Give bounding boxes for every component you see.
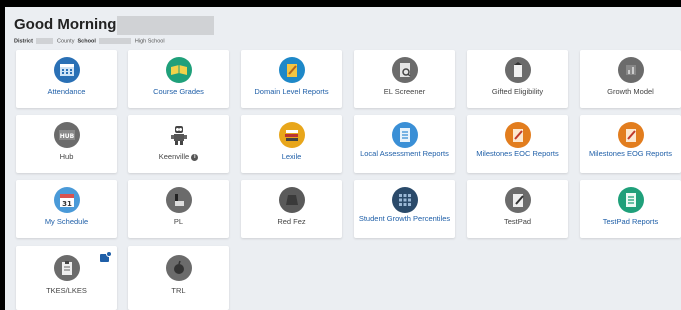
tile-label: Milestones EOG Reports bbox=[589, 149, 672, 158]
tile-label: Hub bbox=[59, 152, 74, 161]
chair-icon bbox=[165, 187, 192, 213]
school-label: School bbox=[77, 38, 96, 45]
tile-label: Local Assessment Reports bbox=[360, 149, 449, 158]
calendar-day: 31 bbox=[62, 200, 72, 208]
tile-label: TestPad Reports bbox=[602, 217, 659, 226]
tile-growth-model[interactable]: Growth Model bbox=[580, 50, 681, 108]
apple-icon bbox=[165, 255, 192, 281]
info-icon[interactable]: i bbox=[191, 153, 199, 161]
district-school-line: District County School High School bbox=[14, 38, 165, 44]
tile-el-screener[interactable]: EL Screener bbox=[354, 50, 455, 108]
tile-label: Student Growth Percentiles bbox=[358, 214, 451, 223]
tile-student-growth-percentiles[interactable]: Student Growth Percentiles bbox=[354, 180, 455, 238]
redacted-district bbox=[36, 38, 54, 44]
tile-local-assessment-reports[interactable]: Local Assessment Reports bbox=[354, 115, 455, 173]
school-suffix: High School bbox=[134, 38, 165, 45]
tile-label: Course Grades bbox=[153, 87, 204, 96]
tile-label: Gifted Eligibility bbox=[491, 87, 544, 96]
calendar-31-icon: 31 bbox=[53, 187, 80, 213]
tile-label: TRL bbox=[171, 286, 186, 295]
tile-testpad-reports[interactable]: TestPad Reports bbox=[580, 180, 681, 238]
tile-hub[interactable]: HUB Hub bbox=[16, 115, 117, 173]
tile-gifted-eligibility[interactable]: Gifted Eligibility bbox=[467, 50, 568, 108]
tile-label: My Schedule bbox=[44, 217, 89, 226]
redacted-user-name bbox=[117, 16, 214, 35]
district-label: District bbox=[14, 38, 33, 45]
tile-label: TKES/LKES bbox=[46, 286, 87, 295]
tile-pl[interactable]: PL bbox=[128, 180, 229, 238]
notepad-pencil-icon bbox=[504, 122, 531, 148]
robot-icon bbox=[166, 122, 192, 148]
tile-red-fez[interactable]: Red Fez bbox=[241, 180, 342, 238]
tile-label: EL Screener bbox=[383, 87, 426, 96]
tile-attendance[interactable]: Attendance bbox=[16, 50, 117, 108]
county-suffix: County bbox=[57, 38, 75, 45]
tile-course-grades[interactable]: Course Grades bbox=[128, 50, 229, 108]
tile-label: Attendance bbox=[47, 87, 86, 96]
gift-icon bbox=[504, 57, 531, 83]
tile-label: PL bbox=[173, 217, 184, 226]
fez-hat-icon bbox=[278, 187, 305, 213]
tile-label: Growth Model bbox=[607, 87, 654, 96]
document-icon bbox=[617, 187, 644, 213]
calendar-grid-icon bbox=[53, 57, 80, 83]
tile-label: Red Fez bbox=[277, 217, 306, 226]
notepad-pencil-icon bbox=[617, 122, 644, 148]
hub-icon: HUB bbox=[53, 122, 80, 148]
tile-label: Milestones EOC Reports bbox=[476, 149, 559, 158]
keenville-label: Keenville bbox=[158, 152, 190, 161]
notepad-pen-icon bbox=[504, 187, 531, 213]
tile-testpad[interactable]: TestPad bbox=[467, 180, 568, 238]
chart-icon bbox=[617, 57, 644, 83]
tile-trl[interactable]: TRL bbox=[128, 246, 229, 310]
tile-milestones-eoc-reports[interactable]: Milestones EOC Reports bbox=[467, 115, 568, 173]
stacked-books-icon bbox=[278, 122, 305, 148]
tile-label: TestPad bbox=[503, 217, 532, 226]
tile-milestones-eog-reports[interactable]: Milestones EOG Reports bbox=[580, 115, 681, 173]
redacted-school bbox=[99, 38, 132, 44]
tile-keenville[interactable]: Keenville i bbox=[128, 115, 229, 173]
tile-domain-level-reports[interactable]: Domain Level Reports bbox=[241, 50, 342, 108]
tile-label: Domain Level Reports bbox=[254, 87, 329, 96]
pencil-paper-icon bbox=[278, 57, 305, 83]
greeting-title: Good Morning, bbox=[14, 16, 121, 33]
grid-icon bbox=[391, 187, 418, 213]
tile-label: Keenville i bbox=[130, 153, 227, 161]
checklist-icon bbox=[391, 122, 418, 148]
tile-lexile[interactable]: Lexile bbox=[241, 115, 342, 173]
tile-tkes-lkes[interactable]: TKES/LKES bbox=[16, 246, 117, 310]
clipboard-icon bbox=[53, 255, 80, 281]
notification-badge-icon bbox=[100, 251, 112, 262]
tile-my-schedule[interactable]: 31 My Schedule bbox=[16, 180, 117, 238]
open-book-icon bbox=[165, 57, 192, 83]
magnify-document-icon bbox=[391, 57, 418, 83]
tile-label: Lexile bbox=[281, 152, 302, 161]
dashboard-panel: Good Morning, District County School Hig… bbox=[5, 7, 681, 310]
svg-text:HUB: HUB bbox=[59, 133, 74, 140]
